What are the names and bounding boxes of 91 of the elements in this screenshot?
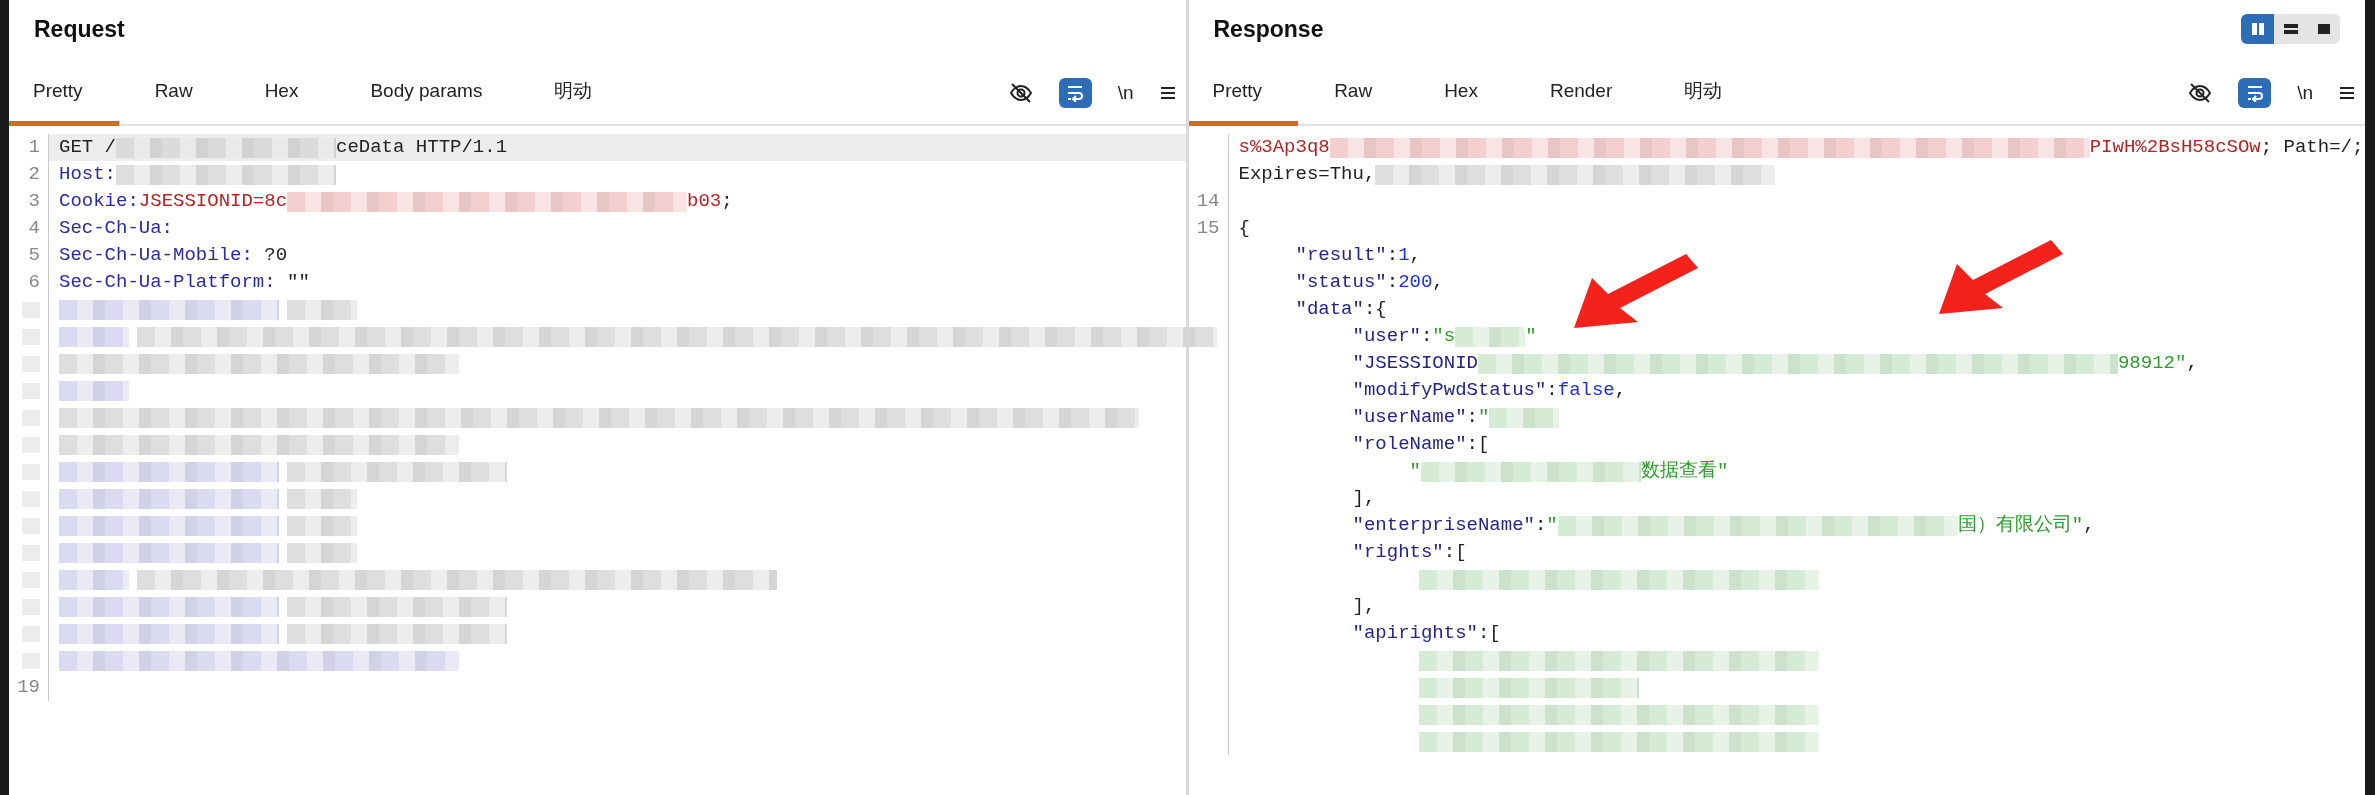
code-text: ], bbox=[1351, 594, 1376, 620]
code-text: : bbox=[1546, 378, 1558, 404]
code-text: : bbox=[1386, 243, 1399, 269]
tab[interactable]: Hex bbox=[1408, 76, 1514, 126]
code-text: 1 bbox=[1398, 243, 1410, 269]
code-text: "enterpriseName" bbox=[1351, 513, 1535, 539]
code-text: " bbox=[1408, 459, 1421, 485]
code-text: " bbox=[1525, 324, 1537, 350]
code-text: : bbox=[1386, 270, 1399, 296]
menu-icon[interactable] bbox=[2339, 85, 2355, 101]
tab[interactable]: Body params bbox=[334, 76, 519, 126]
layout-icon bbox=[2315, 22, 2332, 36]
code-text: , bbox=[2083, 513, 2095, 539]
newline-toggle[interactable]: \n bbox=[1117, 78, 1134, 108]
code-text: 数据查看" bbox=[1640, 459, 1729, 485]
menu-icon[interactable] bbox=[1159, 85, 1176, 101]
eye-slash-icon[interactable] bbox=[1008, 81, 1033, 105]
tab[interactable]: Raw bbox=[118, 76, 229, 126]
layout-icon bbox=[2282, 22, 2299, 36]
tab[interactable]: Pretty bbox=[9, 76, 119, 126]
code-text: " bbox=[1477, 405, 1490, 431]
line-number: 15 bbox=[1196, 216, 1220, 242]
pane-title: Response bbox=[1213, 14, 1324, 44]
line-number: 1 bbox=[28, 135, 40, 161]
code-text: false bbox=[1557, 378, 1615, 404]
code-text: , bbox=[1432, 270, 1444, 296]
code-text: :[ bbox=[1443, 540, 1467, 566]
code-text: : bbox=[1534, 513, 1547, 539]
line-number: 3 bbox=[28, 189, 40, 215]
line-number: 19 bbox=[17, 675, 40, 701]
code-text: Sec-Ch-Ua-Platform: bbox=[59, 270, 276, 296]
code-text: Sec-Ch-Ua: bbox=[59, 216, 174, 242]
code-text: " bbox=[1546, 513, 1558, 539]
wrap-icon bbox=[1066, 84, 1085, 102]
code-text: ceData HTTP/1.1 bbox=[336, 135, 508, 161]
wrap-button[interactable] bbox=[2238, 78, 2272, 108]
code-text: "" bbox=[286, 270, 310, 296]
code-text: "status" bbox=[1294, 270, 1387, 296]
tab[interactable]: 明动 bbox=[518, 76, 629, 126]
code-text: Sec-Ch-Ua-Mobile: bbox=[59, 243, 253, 269]
code-text: "s bbox=[1432, 324, 1456, 350]
code-text: Cookie: bbox=[59, 189, 139, 215]
tab[interactable]: Pretty bbox=[1188, 76, 1299, 126]
layout-split-button[interactable] bbox=[2241, 14, 2274, 44]
code-text: JSESSIONID=8c bbox=[138, 189, 288, 215]
code-text: PIwH%2BsH58cSOw bbox=[2089, 135, 2261, 161]
code-text: 国）有限公司" bbox=[1957, 513, 2084, 539]
code-text: "userName" bbox=[1351, 405, 1467, 431]
code-text: GET / bbox=[59, 135, 116, 161]
code-text: Expires=Thu, bbox=[1238, 162, 1376, 188]
code-text: , bbox=[1614, 378, 1627, 404]
code-text: , bbox=[2186, 351, 2198, 377]
code-text: { bbox=[1238, 216, 1250, 242]
tab[interactable]: Hex bbox=[228, 76, 335, 126]
line-number: 6 bbox=[28, 270, 40, 296]
code-text: b03 bbox=[687, 189, 722, 215]
tab[interactable]: Raw bbox=[1298, 76, 1409, 126]
layout-icon bbox=[2249, 22, 2266, 36]
wrap-button[interactable] bbox=[1058, 78, 1092, 108]
code-text: s%3Ap3q8 bbox=[1238, 135, 1330, 161]
code-text: : bbox=[1420, 324, 1433, 350]
code-text: 200 bbox=[1398, 270, 1433, 296]
line-number: 5 bbox=[28, 243, 40, 269]
wrap-icon bbox=[2245, 84, 2264, 102]
code-text: Host: bbox=[59, 162, 116, 188]
code-text: "JSESSIONID bbox=[1351, 351, 1478, 377]
code-text: 98912" bbox=[2117, 351, 2187, 377]
code-text: ; Path=/; bbox=[2260, 135, 2364, 161]
code-text: "user" bbox=[1351, 324, 1421, 350]
line-number: 4 bbox=[28, 216, 40, 242]
code-text: ?0 bbox=[263, 243, 288, 269]
line-number: 2 bbox=[28, 162, 40, 188]
line-number: 14 bbox=[1196, 189, 1220, 215]
code-text: , bbox=[1409, 243, 1421, 269]
code-text: "result" bbox=[1294, 243, 1387, 269]
eye-slash-icon[interactable] bbox=[2188, 81, 2213, 105]
code-text: : bbox=[1466, 405, 1478, 431]
pane-title: Request bbox=[34, 14, 125, 44]
code-text: :[ bbox=[1466, 432, 1490, 458]
code-text: "data" bbox=[1294, 297, 1364, 323]
tab[interactable]: 明动 bbox=[1648, 76, 1759, 126]
code-text: ; bbox=[721, 189, 733, 215]
newline-toggle[interactable]: \n bbox=[2297, 78, 2313, 108]
code-text: "roleName" bbox=[1351, 432, 1467, 458]
code-text: ], bbox=[1351, 486, 1376, 512]
code-text: "rights" bbox=[1351, 540, 1444, 566]
code-text: :[ bbox=[1477, 621, 1501, 647]
code-text: "modifyPwdStatus" bbox=[1351, 378, 1547, 404]
code-text: "apirights" bbox=[1351, 621, 1478, 647]
tab[interactable]: Render bbox=[1513, 76, 1649, 126]
code-text: :{ bbox=[1363, 297, 1387, 323]
